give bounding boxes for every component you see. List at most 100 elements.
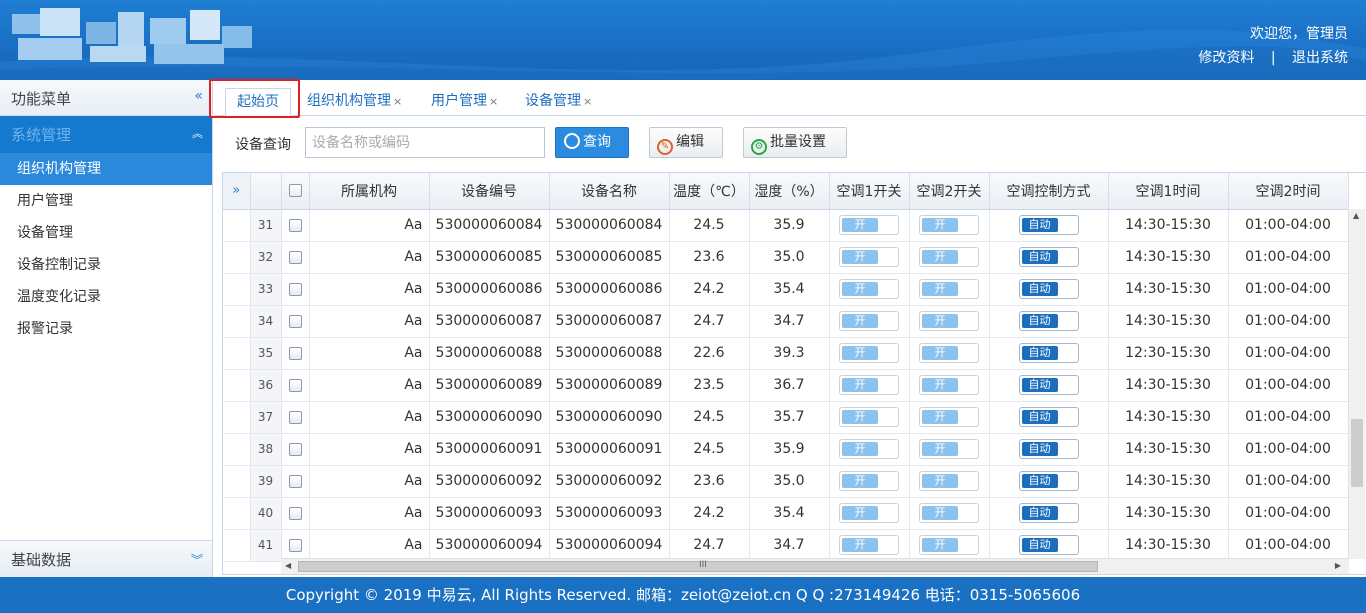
column-header[interactable]: 温度（℃）: [669, 173, 750, 210]
ac2-toggle[interactable]: 开: [919, 343, 979, 363]
close-icon[interactable]: ×: [583, 95, 592, 108]
device-search-input[interactable]: [305, 127, 545, 158]
collapse-sidebar-icon[interactable]: «: [194, 88, 203, 104]
ac1-toggle[interactable]: 开: [839, 247, 899, 267]
table-row[interactable]: 40 Aa 530000060093 530000060093 24.2 35.4 开开自动…: [223, 497, 1349, 530]
ac1-toggle[interactable]: 开: [839, 503, 899, 523]
table-row[interactable]: 36 Aa 530000060089 530000060089 23.5 36.7 开开自动…: [223, 369, 1349, 402]
control-mode-toggle[interactable]: 自动: [1018, 311, 1079, 331]
control-mode-toggle[interactable]: 自动: [1018, 247, 1079, 267]
control-mode-toggle[interactable]: 自动: [1018, 215, 1079, 235]
table-row[interactable]: 31 Aa 530000060084 530000060084 24.5 35.9 开开自动…: [223, 209, 1349, 242]
chevron-up-icon[interactable]: ︽: [192, 125, 203, 141]
column-header[interactable]: 空调控制方式: [989, 173, 1109, 210]
control-mode-toggle[interactable]: 自动: [1018, 503, 1079, 523]
select-all-checkbox[interactable]: [281, 173, 310, 210]
sidebar-item-devices[interactable]: 设备管理: [0, 217, 212, 249]
close-icon[interactable]: ×: [393, 95, 402, 108]
chevron-down-icon[interactable]: ︾: [191, 551, 203, 568]
ac2-toggle[interactable]: 开: [919, 439, 979, 459]
query-button[interactable]: 查询: [555, 127, 629, 158]
sidebar-item-temperature-log[interactable]: 温度变化记录: [0, 281, 212, 313]
ac1-toggle[interactable]: 开: [839, 439, 899, 459]
row-checkbox[interactable]: [281, 433, 310, 466]
ac2-toggle[interactable]: 开: [919, 375, 979, 395]
ac1-toggle[interactable]: 开: [839, 375, 899, 395]
control-mode-toggle[interactable]: 自动: [1018, 471, 1079, 491]
ac1-toggle[interactable]: 开: [839, 407, 899, 427]
horizontal-scrollbar[interactable]: ◀ III ▶: [281, 558, 1349, 574]
vertical-scrollbar[interactable]: ▲: [1348, 209, 1365, 559]
table-row[interactable]: 32 Aa 530000060085 530000060085 23.6 35.0 开开自动…: [223, 241, 1349, 274]
ac1-toggle[interactable]: 开: [839, 279, 899, 299]
row-checkbox[interactable]: [281, 497, 310, 530]
column-header[interactable]: 空调2时间: [1228, 173, 1349, 210]
scroll-thumb[interactable]: III: [298, 560, 1098, 572]
control-mode-toggle[interactable]: 自动: [1018, 535, 1079, 555]
logout-link[interactable]: 退出系统: [1292, 50, 1348, 66]
temperature-cell: 23.6: [669, 241, 750, 274]
column-header[interactable]: 设备名称: [549, 173, 670, 210]
control-mode-toggle[interactable]: 自动: [1018, 279, 1079, 299]
row-checkbox[interactable]: [281, 273, 310, 306]
table-row[interactable]: 38 Aa 530000060091 530000060091 24.5 35.9 开开自动…: [223, 433, 1349, 466]
column-header[interactable]: 湿度（%）: [749, 173, 830, 210]
column-header[interactable]: 空调1时间: [1108, 173, 1229, 210]
ac2-toggle[interactable]: 开: [919, 311, 979, 331]
sidebar-item-alarm-log[interactable]: 报警记录: [0, 313, 212, 345]
edit-button[interactable]: ✎ 编辑: [649, 127, 723, 158]
column-header[interactable]: 空调2开关: [909, 173, 990, 210]
column-header[interactable]: 所属机构: [309, 173, 430, 210]
ac1-toggle[interactable]: 开: [839, 215, 899, 235]
scroll-up-icon[interactable]: ▲: [1353, 211, 1359, 220]
row-checkbox[interactable]: [281, 529, 310, 562]
ac2-toggle[interactable]: 开: [919, 215, 979, 235]
table-row[interactable]: 33 Aa 530000060086 530000060086 24.2 35.4 开开自动…: [223, 273, 1349, 306]
control-mode-toggle[interactable]: 自动: [1018, 375, 1079, 395]
expand-columns-icon[interactable]: »: [223, 173, 251, 210]
row-checkbox[interactable]: [281, 209, 310, 242]
row-checkbox[interactable]: [281, 305, 310, 338]
table-row[interactable]: 35 Aa 530000060088 530000060088 22.6 39.3 开开自动…: [223, 337, 1349, 370]
table-row[interactable]: 39 Aa 530000060092 530000060092 23.6 35.0 开开自动…: [223, 465, 1349, 498]
table-row[interactable]: 41 Aa 530000060094 530000060094 24.7 34.7 开开自动…: [223, 529, 1349, 562]
close-icon[interactable]: ×: [489, 95, 498, 108]
scroll-left-icon[interactable]: ◀: [285, 561, 291, 570]
control-mode-toggle[interactable]: 自动: [1018, 407, 1079, 427]
ac2-time-cell: 01:00-04:00: [1228, 433, 1349, 466]
sidebar-item-org[interactable]: 组织机构管理: [0, 153, 212, 185]
edit-profile-link[interactable]: 修改资料: [1198, 50, 1254, 66]
table-row[interactable]: 34 Aa 530000060087 530000060087 24.7 34.7 开开自动…: [223, 305, 1349, 338]
ac2-toggle[interactable]: 开: [919, 503, 979, 523]
table-row[interactable]: 37 Aa 530000060090 530000060090 24.5 35.7 开开自动…: [223, 401, 1349, 434]
row-checkbox[interactable]: [281, 241, 310, 274]
tab-users[interactable]: 用户管理 ×: [431, 88, 498, 116]
tab-devices[interactable]: 设备管理 ×: [525, 88, 592, 116]
ac2-toggle[interactable]: 开: [919, 247, 979, 267]
scroll-right-icon[interactable]: ▶: [1335, 561, 1341, 570]
ac1-toggle[interactable]: 开: [839, 535, 899, 555]
ac1-switch-cell: 开: [829, 305, 910, 338]
column-header[interactable]: 设备编号: [429, 173, 550, 210]
control-mode-toggle[interactable]: 自动: [1018, 343, 1079, 363]
column-header[interactable]: 空调1开关: [829, 173, 910, 210]
ac1-toggle[interactable]: 开: [839, 471, 899, 491]
sidebar-item-users[interactable]: 用户管理: [0, 185, 212, 217]
row-checkbox[interactable]: [281, 337, 310, 370]
row-checkbox[interactable]: [281, 369, 310, 402]
control-mode-toggle[interactable]: 自动: [1018, 439, 1079, 459]
tab-org[interactable]: 组织机构管理 ×: [307, 88, 402, 116]
row-checkbox[interactable]: [281, 465, 310, 498]
sidebar-group-basic-data[interactable]: 基础数据 ︾: [0, 540, 212, 577]
batch-settings-button[interactable]: ⚙ 批量设置: [743, 127, 847, 158]
ac2-toggle[interactable]: 开: [919, 535, 979, 555]
sidebar-group-system[interactable]: 系统管理 ︽: [0, 116, 212, 153]
scroll-thumb[interactable]: [1351, 419, 1363, 487]
sidebar-item-device-control-log[interactable]: 设备控制记录: [0, 249, 212, 281]
ac2-toggle[interactable]: 开: [919, 407, 979, 427]
ac2-toggle[interactable]: 开: [919, 471, 979, 491]
ac2-toggle[interactable]: 开: [919, 279, 979, 299]
row-checkbox[interactable]: [281, 401, 310, 434]
ac1-toggle[interactable]: 开: [839, 343, 899, 363]
ac1-toggle[interactable]: 开: [839, 311, 899, 331]
